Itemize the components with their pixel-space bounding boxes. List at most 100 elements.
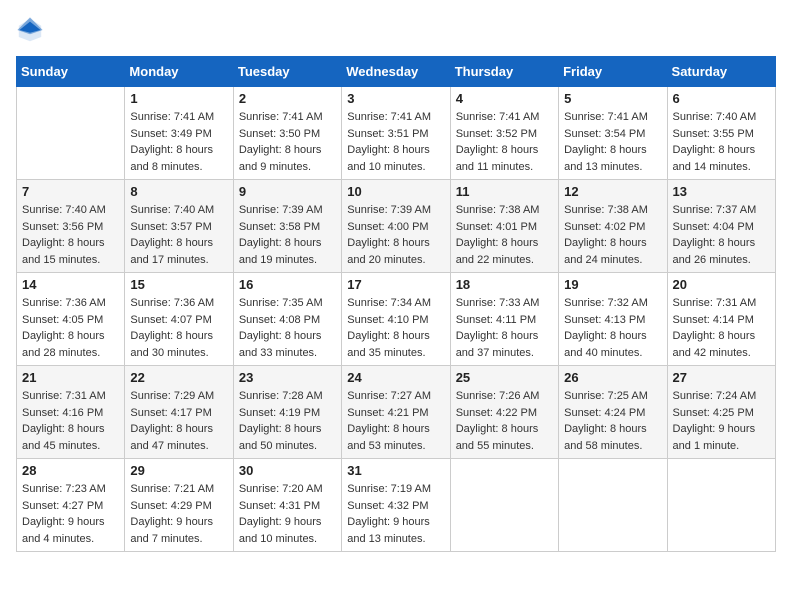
calendar-cell bbox=[450, 459, 558, 552]
calendar-header-row: SundayMondayTuesdayWednesdayThursdayFrid… bbox=[17, 57, 776, 87]
day-info: Sunrise: 7:29 AM Sunset: 4:17 PM Dayligh… bbox=[130, 388, 227, 454]
calendar-cell: 8 Sunrise: 7:40 AM Sunset: 3:57 PM Daylig… bbox=[125, 180, 233, 273]
day-info: Sunrise: 7:20 AM Sunset: 4:31 PM Dayligh… bbox=[239, 481, 336, 547]
day-number: 19 bbox=[564, 277, 661, 292]
calendar-cell: 30 Sunrise: 7:20 AM Sunset: 4:31 PM Dayli… bbox=[233, 459, 341, 552]
day-info: Sunrise: 7:23 AM Sunset: 4:27 PM Dayligh… bbox=[22, 481, 119, 547]
calendar-cell bbox=[559, 459, 667, 552]
day-number: 28 bbox=[22, 463, 119, 478]
calendar-cell: 22 Sunrise: 7:29 AM Sunset: 4:17 PM Dayli… bbox=[125, 366, 233, 459]
day-number: 29 bbox=[130, 463, 227, 478]
day-info: Sunrise: 7:41 AM Sunset: 3:54 PM Dayligh… bbox=[564, 109, 661, 175]
calendar-cell: 26Sunrise: 7:25 AM Sunset: 4:24 PM Dayli… bbox=[559, 366, 667, 459]
day-number: 18 bbox=[456, 277, 553, 292]
calendar-cell: 4 Sunrise: 7:41 AM Sunset: 3:52 PM Daylig… bbox=[450, 87, 558, 180]
day-info: Sunrise: 7:37 AM Sunset: 4:04 PM Dayligh… bbox=[673, 202, 770, 268]
logo bbox=[16, 16, 48, 44]
calendar-cell: 24 Sunrise: 7:27 AM Sunset: 4:21 PM Dayli… bbox=[342, 366, 450, 459]
calendar-cell: 9Sunrise: 7:39 AM Sunset: 3:58 PM Daylig… bbox=[233, 180, 341, 273]
day-number: 1 bbox=[130, 91, 227, 106]
day-info: Sunrise: 7:21 AM Sunset: 4:29 PM Dayligh… bbox=[130, 481, 227, 547]
day-number: 24 bbox=[347, 370, 444, 385]
day-info: Sunrise: 7:32 AM Sunset: 4:13 PM Dayligh… bbox=[564, 295, 661, 361]
day-number: 13 bbox=[673, 184, 770, 199]
calendar-cell: 3 Sunrise: 7:41 AM Sunset: 3:51 PM Daylig… bbox=[342, 87, 450, 180]
calendar-table: SundayMondayTuesdayWednesdayThursdayFrid… bbox=[16, 56, 776, 552]
day-info: Sunrise: 7:31 AM Sunset: 4:16 PM Dayligh… bbox=[22, 388, 119, 454]
calendar-cell: 11Sunrise: 7:38 AM Sunset: 4:01 PM Dayli… bbox=[450, 180, 558, 273]
calendar-cell bbox=[17, 87, 125, 180]
calendar-week-row: 7 Sunrise: 7:40 AM Sunset: 3:56 PM Daylig… bbox=[17, 180, 776, 273]
calendar-cell: 13 Sunrise: 7:37 AM Sunset: 4:04 PM Dayli… bbox=[667, 180, 775, 273]
day-info: Sunrise: 7:25 AM Sunset: 4:24 PM Dayligh… bbox=[564, 388, 661, 454]
day-info: Sunrise: 7:34 AM Sunset: 4:10 PM Dayligh… bbox=[347, 295, 444, 361]
day-number: 2 bbox=[239, 91, 336, 106]
day-of-week-header: Friday bbox=[559, 57, 667, 87]
day-of-week-header: Monday bbox=[125, 57, 233, 87]
day-number: 23 bbox=[239, 370, 336, 385]
day-info: Sunrise: 7:40 AM Sunset: 3:57 PM Dayligh… bbox=[130, 202, 227, 268]
calendar-week-row: 14Sunrise: 7:36 AM Sunset: 4:05 PM Dayli… bbox=[17, 273, 776, 366]
day-number: 22 bbox=[130, 370, 227, 385]
calendar-cell: 10 Sunrise: 7:39 AM Sunset: 4:00 PM Dayli… bbox=[342, 180, 450, 273]
page-header bbox=[16, 16, 776, 44]
day-number: 5 bbox=[564, 91, 661, 106]
day-info: Sunrise: 7:31 AM Sunset: 4:14 PM Dayligh… bbox=[673, 295, 770, 361]
day-number: 12 bbox=[564, 184, 661, 199]
day-info: Sunrise: 7:41 AM Sunset: 3:51 PM Dayligh… bbox=[347, 109, 444, 175]
day-number: 10 bbox=[347, 184, 444, 199]
day-number: 3 bbox=[347, 91, 444, 106]
calendar-cell bbox=[667, 459, 775, 552]
day-info: Sunrise: 7:24 AM Sunset: 4:25 PM Dayligh… bbox=[673, 388, 770, 454]
day-number: 9 bbox=[239, 184, 336, 199]
logo-icon bbox=[16, 16, 44, 44]
calendar-cell: 20 Sunrise: 7:31 AM Sunset: 4:14 PM Dayli… bbox=[667, 273, 775, 366]
day-info: Sunrise: 7:35 AM Sunset: 4:08 PM Dayligh… bbox=[239, 295, 336, 361]
day-number: 17 bbox=[347, 277, 444, 292]
day-info: Sunrise: 7:38 AM Sunset: 4:02 PM Dayligh… bbox=[564, 202, 661, 268]
day-number: 27 bbox=[673, 370, 770, 385]
day-info: Sunrise: 7:26 AM Sunset: 4:22 PM Dayligh… bbox=[456, 388, 553, 454]
calendar-cell: 29 Sunrise: 7:21 AM Sunset: 4:29 PM Dayli… bbox=[125, 459, 233, 552]
calendar-cell: 14Sunrise: 7:36 AM Sunset: 4:05 PM Dayli… bbox=[17, 273, 125, 366]
day-of-week-header: Thursday bbox=[450, 57, 558, 87]
day-info: Sunrise: 7:36 AM Sunset: 4:05 PM Dayligh… bbox=[22, 295, 119, 361]
calendar-cell: 19 Sunrise: 7:32 AM Sunset: 4:13 PM Dayli… bbox=[559, 273, 667, 366]
calendar-cell: 2Sunrise: 7:41 AM Sunset: 3:50 PM Daylig… bbox=[233, 87, 341, 180]
calendar-cell: 25 Sunrise: 7:26 AM Sunset: 4:22 PM Dayli… bbox=[450, 366, 558, 459]
day-of-week-header: Sunday bbox=[17, 57, 125, 87]
day-info: Sunrise: 7:40 AM Sunset: 3:56 PM Dayligh… bbox=[22, 202, 119, 268]
calendar-cell: 1Sunrise: 7:41 AM Sunset: 3:49 PM Daylig… bbox=[125, 87, 233, 180]
calendar-cell: 21 Sunrise: 7:31 AM Sunset: 4:16 PM Dayli… bbox=[17, 366, 125, 459]
day-number: 30 bbox=[239, 463, 336, 478]
day-info: Sunrise: 7:36 AM Sunset: 4:07 PM Dayligh… bbox=[130, 295, 227, 361]
calendar-week-row: 1Sunrise: 7:41 AM Sunset: 3:49 PM Daylig… bbox=[17, 87, 776, 180]
day-of-week-header: Tuesday bbox=[233, 57, 341, 87]
calendar-cell: 18 Sunrise: 7:33 AM Sunset: 4:11 PM Dayli… bbox=[450, 273, 558, 366]
calendar-cell: 16Sunrise: 7:35 AM Sunset: 4:08 PM Dayli… bbox=[233, 273, 341, 366]
day-info: Sunrise: 7:28 AM Sunset: 4:19 PM Dayligh… bbox=[239, 388, 336, 454]
calendar-cell: 7 Sunrise: 7:40 AM Sunset: 3:56 PM Daylig… bbox=[17, 180, 125, 273]
day-number: 20 bbox=[673, 277, 770, 292]
day-info: Sunrise: 7:41 AM Sunset: 3:52 PM Dayligh… bbox=[456, 109, 553, 175]
day-info: Sunrise: 7:27 AM Sunset: 4:21 PM Dayligh… bbox=[347, 388, 444, 454]
day-of-week-header: Wednesday bbox=[342, 57, 450, 87]
day-info: Sunrise: 7:39 AM Sunset: 4:00 PM Dayligh… bbox=[347, 202, 444, 268]
calendar-cell: 27 Sunrise: 7:24 AM Sunset: 4:25 PM Dayli… bbox=[667, 366, 775, 459]
day-number: 8 bbox=[130, 184, 227, 199]
day-number: 31 bbox=[347, 463, 444, 478]
calendar-cell: 31 Sunrise: 7:19 AM Sunset: 4:32 PM Dayli… bbox=[342, 459, 450, 552]
calendar-cell: 12 Sunrise: 7:38 AM Sunset: 4:02 PM Dayli… bbox=[559, 180, 667, 273]
day-number: 4 bbox=[456, 91, 553, 106]
day-number: 6 bbox=[673, 91, 770, 106]
calendar-cell: 28 Sunrise: 7:23 AM Sunset: 4:27 PM Dayli… bbox=[17, 459, 125, 552]
calendar-cell: 5 Sunrise: 7:41 AM Sunset: 3:54 PM Daylig… bbox=[559, 87, 667, 180]
day-number: 25 bbox=[456, 370, 553, 385]
day-info: Sunrise: 7:19 AM Sunset: 4:32 PM Dayligh… bbox=[347, 481, 444, 547]
day-number: 7 bbox=[22, 184, 119, 199]
day-number: 11 bbox=[456, 184, 553, 199]
calendar-cell: 17 Sunrise: 7:34 AM Sunset: 4:10 PM Dayli… bbox=[342, 273, 450, 366]
day-info: Sunrise: 7:33 AM Sunset: 4:11 PM Dayligh… bbox=[456, 295, 553, 361]
calendar-cell: 6Sunrise: 7:40 AM Sunset: 3:55 PM Daylig… bbox=[667, 87, 775, 180]
day-number: 21 bbox=[22, 370, 119, 385]
